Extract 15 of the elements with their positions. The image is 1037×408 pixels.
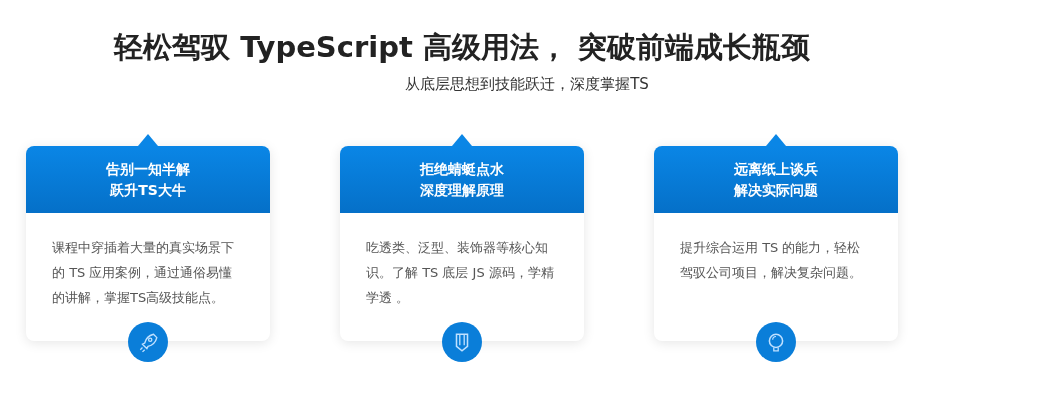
page-subheading: 从底层思想到技能跃迁，深度掌握TS	[405, 74, 649, 94]
card-description: 提升综合运用 TS 的能力，轻松驾驭公司项目，解决复杂问题。	[680, 239, 863, 282]
card-title: 远离纸上谈兵	[734, 159, 818, 179]
page-heading: 轻松驾驭 TypeScript 高级用法， 突破前端成长瓶颈	[114, 29, 810, 66]
card-title: 深度理解原理	[420, 180, 504, 200]
card-title: 解决实际问题	[734, 180, 818, 200]
card-description: 吃透类、泛型、装饰器等核心知识。了解 TS 底层 JS 源码，学精学透 。	[366, 239, 555, 307]
rocket-icon	[137, 331, 159, 353]
card-description: 课程中穿插着大量的真实场景下的 TS 应用案例，通过通俗易懂的讲解，掌握TS高级技能点。	[52, 239, 235, 307]
card-title: 告别一知半解	[106, 159, 190, 179]
pointer-arrow	[766, 134, 786, 146]
card-title: 跃升TS大牛	[110, 180, 186, 200]
card-title: 拒绝蜻蜓点水	[420, 159, 504, 179]
pointer-arrow	[452, 134, 472, 146]
pointer-arrow	[138, 134, 158, 146]
